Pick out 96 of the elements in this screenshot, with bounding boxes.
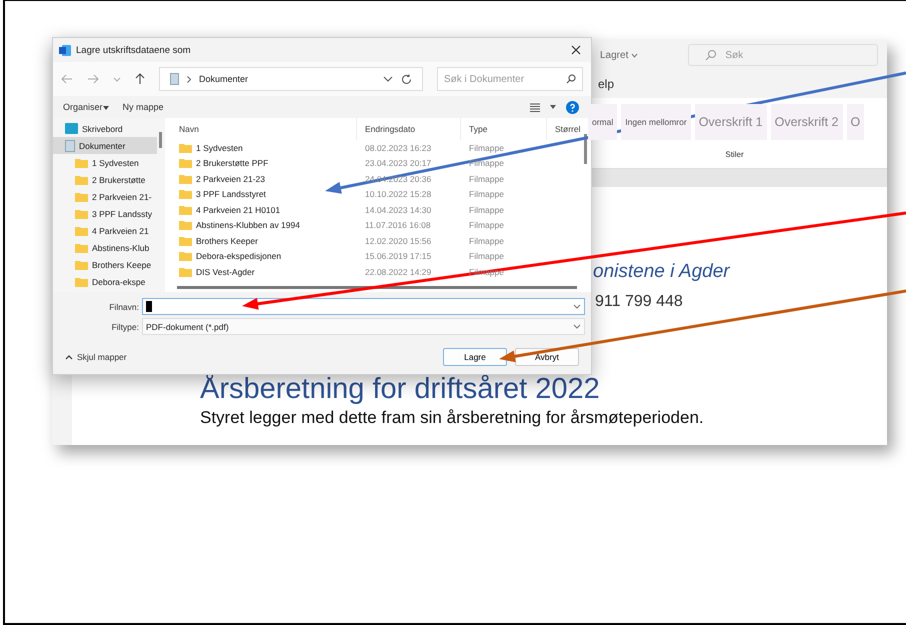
nav-item[interactable]: Skrivebord — [53, 120, 157, 137]
file-type-dropdown[interactable]: PDF-dokument (*.pdf) — [142, 318, 585, 335]
folder-icon — [75, 260, 88, 270]
file-type: Filmappe — [468, 204, 505, 215]
file-name[interactable]: 3 PPF Landsstyret — [171, 189, 357, 200]
close-icon[interactable] — [571, 45, 581, 55]
chevron-down-icon[interactable] — [573, 304, 581, 309]
file-type: Filmappe — [468, 236, 505, 246]
folder-icon — [75, 174, 88, 184]
modified-date: 08.02.2023 16:23 — [364, 142, 432, 153]
organization-name: onistene i Agder — [593, 261, 732, 283]
ribbon-tab[interactable]: elp — [598, 77, 614, 91]
text-cursor — [146, 301, 152, 312]
scrollbar-thumb[interactable] — [584, 134, 587, 164]
new-folder-button[interactable]: Ny mappe — [120, 102, 166, 112]
field-label: Filnavn: — [108, 302, 140, 312]
refresh-icon[interactable] — [401, 74, 412, 84]
document-icon — [65, 140, 75, 152]
folder-icon — [179, 204, 192, 215]
folder-icon — [179, 251, 192, 262]
folder-icon — [75, 192, 88, 202]
file-name[interactable]: 4 Parkveien 21 H0101 — [171, 204, 357, 215]
file-name[interactable]: 2 Parkveien 21-23 — [171, 174, 357, 184]
file-type: Filmappe — [468, 189, 505, 200]
file-name[interactable]: 2 Brukerstøtte PPF — [171, 158, 357, 168]
save-button[interactable]: Lagre — [443, 348, 507, 366]
folder-icon — [75, 276, 88, 286]
filename-field[interactable] — [142, 298, 585, 315]
ribbon-group-label: Stiler — [725, 150, 744, 159]
modified-date: 10.10.2022 15:28 — [364, 189, 432, 200]
file-name[interactable]: Debora-ekspedisjonen — [171, 251, 357, 262]
chevron-down-icon[interactable] — [573, 324, 581, 329]
nav-item[interactable]: Brothers Keepe — [53, 256, 157, 273]
search-icon — [705, 49, 718, 61]
scrollbar-thumb[interactable] — [177, 286, 577, 289]
dialog-title: Lagre utskriftsdataene som — [76, 44, 191, 56]
caret-icon — [102, 106, 109, 110]
help-icon[interactable] — [566, 100, 579, 114]
chevron-right-icon — [187, 76, 191, 82]
folder-icon — [75, 242, 88, 252]
file-type: Filmappe — [468, 174, 505, 184]
file-name[interactable]: DIS Vest-Agder — [171, 266, 357, 277]
document-heading: Årsberetning for driftsåret 2022 — [200, 373, 601, 406]
modified-date: 11.07.2016 16:08 — [364, 220, 432, 230]
folder-icon — [179, 236, 192, 246]
file-name[interactable]: Abstinens-Klubben av 1994 — [171, 220, 357, 230]
document-icon — [170, 73, 179, 85]
folder-icon — [179, 174, 192, 184]
nav-item[interactable]: Dokumenter — [53, 137, 157, 154]
chevron-up-icon — [65, 354, 73, 360]
nav-item[interactable]: Debora-ekspe — [53, 273, 157, 290]
nav-item[interactable]: 1 Sydvesten — [53, 154, 157, 171]
file-type: Filmappe — [468, 220, 505, 230]
folder-icon — [179, 266, 192, 277]
file-type: Filmappe — [468, 158, 505, 168]
file-name[interactable]: Brothers Keeper — [171, 236, 357, 246]
chevron-down-icon[interactable] — [383, 76, 393, 82]
scrollbar-thumb[interactable] — [159, 132, 162, 148]
column-header[interactable]: Endringsdato — [357, 118, 461, 140]
style-gallery-item[interactable]: Ingen mellomror — [621, 104, 691, 140]
hide-folders-button[interactable]: Skjul mapper — [59, 351, 133, 363]
organize-menu[interactable]: Organiser — [61, 102, 111, 112]
folder-icon — [179, 220, 192, 230]
modified-date: 22.08.2022 14:29 — [364, 266, 432, 277]
save-status[interactable]: Lagret — [600, 50, 638, 60]
modified-date: 15.06.2019 17:15 — [364, 251, 432, 262]
nav-item[interactable]: 2 Parkveien 21- — [53, 188, 157, 205]
style-gallery-item[interactable]: ormal — [588, 104, 618, 140]
modified-date: 14.04.2023 14:30 — [364, 204, 432, 215]
modified-date: 12.02.2020 15:56 — [364, 236, 432, 246]
nav-item[interactable]: Abstinens-Klub — [53, 239, 157, 256]
folder-icon — [179, 189, 192, 200]
folder-icon — [75, 208, 88, 218]
list-view-icon[interactable] — [530, 102, 540, 112]
search-icon — [566, 74, 576, 84]
word-app-icon — [59, 44, 71, 56]
field-label: Filtype: — [110, 322, 140, 332]
folder-icon — [75, 226, 88, 236]
folder-icon — [179, 142, 192, 153]
nav-item[interactable]: 3 PPF Landssty — [53, 205, 157, 222]
chevron-down-icon — [631, 52, 638, 58]
document-paragraph: Styret legger med dette fram sin årsberetning for årsmøteperioden. — [200, 408, 705, 428]
file-name[interactable]: 1 Sydvesten — [171, 142, 357, 153]
nav-item[interactable]: 4 Parkveien 21 — [53, 222, 157, 239]
desktop-icon — [65, 123, 78, 134]
modified-date: 23.04.2023 20:17 — [364, 158, 432, 168]
file-type: Filmappe — [468, 266, 505, 277]
nav-item[interactable]: 2 Brukerstøtte — [53, 171, 157, 188]
phone-number: 911 799 448 — [595, 293, 684, 311]
caret-icon[interactable] — [550, 105, 556, 109]
up-arrow-icon[interactable] — [135, 73, 145, 85]
address-bar[interactable]: Dokumenter — [159, 67, 423, 91]
column-header[interactable]: Navn — [171, 118, 357, 140]
file-type: Filmappe — [468, 142, 505, 153]
file-type: Filmappe — [468, 251, 505, 262]
column-header[interactable]: Type — [461, 118, 547, 140]
